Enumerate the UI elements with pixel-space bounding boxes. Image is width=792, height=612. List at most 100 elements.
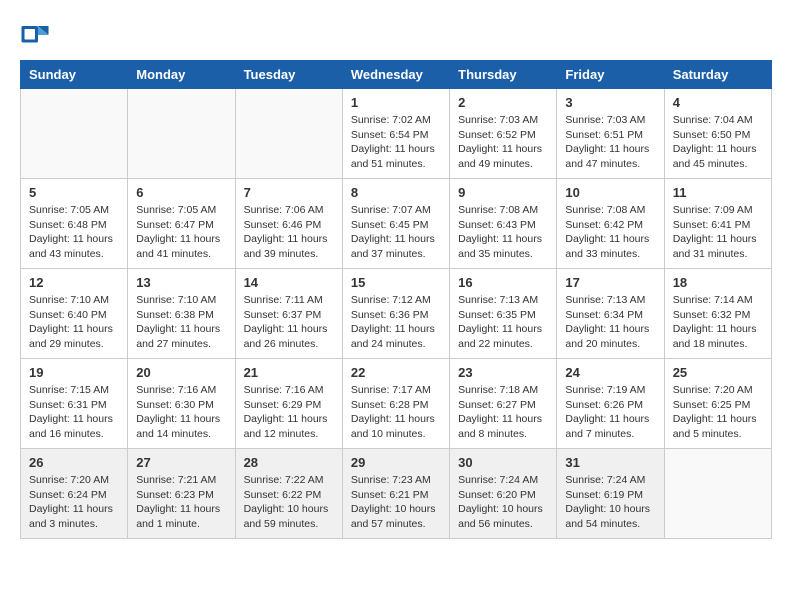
day-info: Sunrise: 7:15 AMSunset: 6:31 PMDaylight:…: [29, 383, 119, 442]
day-info: Sunrise: 7:21 AMSunset: 6:23 PMDaylight:…: [136, 473, 226, 532]
calendar-cell: 28 Sunrise: 7:22 AMSunset: 6:22 PMDayligh…: [235, 449, 342, 539]
day-info: Sunrise: 7:02 AMSunset: 6:54 PMDaylight:…: [351, 113, 441, 172]
day-number: 27: [136, 455, 226, 470]
day-number: 25: [673, 365, 763, 380]
day-info: Sunrise: 7:16 AMSunset: 6:29 PMDaylight:…: [244, 383, 334, 442]
day-number: 29: [351, 455, 441, 470]
day-number: 5: [29, 185, 119, 200]
day-info: Sunrise: 7:09 AMSunset: 6:41 PMDaylight:…: [673, 203, 763, 262]
calendar-cell: 2Sunrise: 7:03 AMSunset: 6:52 PMDaylight…: [450, 89, 557, 179]
day-info: Sunrise: 7:17 AMSunset: 6:28 PMDaylight:…: [351, 383, 441, 442]
day-number: 8: [351, 185, 441, 200]
day-number: 22: [351, 365, 441, 380]
day-number: 1: [351, 95, 441, 110]
day-info: Sunrise: 7:13 AMSunset: 6:35 PMDaylight:…: [458, 293, 548, 352]
day-number: 3: [565, 95, 655, 110]
calendar-cell: 19Sunrise: 7:15 AMSunset: 6:31 PMDayligh…: [21, 359, 128, 449]
calendar-week-3: 12Sunrise: 7:10 AMSunset: 6:40 PMDayligh…: [21, 269, 772, 359]
calendar-cell: 23 Sunrise: 7:18 AMSunset: 6:27 PMDayligh…: [450, 359, 557, 449]
calendar-cell: 3 Sunrise: 7:03 AMSunset: 6:51 PMDaylight…: [557, 89, 664, 179]
calendar-cell: 22 Sunrise: 7:17 AMSunset: 6:28 PMDayligh…: [342, 359, 449, 449]
logo-icon: [20, 20, 50, 50]
calendar-cell: 12Sunrise: 7:10 AMSunset: 6:40 PMDayligh…: [21, 269, 128, 359]
day-info: Sunrise: 7:24 AMSunset: 6:20 PMDaylight:…: [458, 473, 548, 532]
day-number: 6: [136, 185, 226, 200]
day-info: Sunrise: 7:20 AMSunset: 6:24 PMDaylight:…: [29, 473, 119, 532]
day-number: 23: [458, 365, 548, 380]
calendar-cell: [21, 89, 128, 179]
day-number: 4: [673, 95, 763, 110]
calendar-cell: 9 Sunrise: 7:08 AMSunset: 6:43 PMDaylight…: [450, 179, 557, 269]
calendar-cell: [664, 449, 771, 539]
calendar-cell: 6 Sunrise: 7:05 AMSunset: 6:47 PMDaylight…: [128, 179, 235, 269]
calendar-cell: 27 Sunrise: 7:21 AMSunset: 6:23 PMDayligh…: [128, 449, 235, 539]
calendar-cell: 15 Sunrise: 7:12 AMSunset: 6:36 PMDayligh…: [342, 269, 449, 359]
day-info: Sunrise: 7:16 AMSunset: 6:30 PMDaylight:…: [136, 383, 226, 442]
calendar-cell: 16 Sunrise: 7:13 AMSunset: 6:35 PMDayligh…: [450, 269, 557, 359]
day-number: 24: [565, 365, 655, 380]
calendar-cell: 5 Sunrise: 7:05 AMSunset: 6:48 PMDaylight…: [21, 179, 128, 269]
calendar-cell: [235, 89, 342, 179]
calendar-week-4: 19Sunrise: 7:15 AMSunset: 6:31 PMDayligh…: [21, 359, 772, 449]
calendar-cell: 8Sunrise: 7:07 AMSunset: 6:45 PMDaylight…: [342, 179, 449, 269]
day-number: 31: [565, 455, 655, 470]
day-number: 18: [673, 275, 763, 290]
calendar-cell: [128, 89, 235, 179]
calendar-cell: 26 Sunrise: 7:20 AMSunset: 6:24 PMDayligh…: [21, 449, 128, 539]
day-number: 12: [29, 275, 119, 290]
day-header-tuesday: Tuesday: [235, 61, 342, 89]
calendar-cell: 25 Sunrise: 7:20 AMSunset: 6:25 PMDayligh…: [664, 359, 771, 449]
calendar-table: SundayMondayTuesdayWednesdayThursdayFrid…: [20, 60, 772, 539]
day-info: Sunrise: 7:18 AMSunset: 6:27 PMDaylight:…: [458, 383, 548, 442]
calendar-cell: 13Sunrise: 7:10 AMSunset: 6:38 PMDayligh…: [128, 269, 235, 359]
day-header-sunday: Sunday: [21, 61, 128, 89]
calendar-cell: 11 Sunrise: 7:09 AMSunset: 6:41 PMDayligh…: [664, 179, 771, 269]
day-info: Sunrise: 7:08 AMSunset: 6:42 PMDaylight:…: [565, 203, 655, 262]
day-header-monday: Monday: [128, 61, 235, 89]
day-number: 2: [458, 95, 548, 110]
day-info: Sunrise: 7:20 AMSunset: 6:25 PMDaylight:…: [673, 383, 763, 442]
day-info: Sunrise: 7:05 AMSunset: 6:48 PMDaylight:…: [29, 203, 119, 262]
day-header-thursday: Thursday: [450, 61, 557, 89]
header-row: SundayMondayTuesdayWednesdayThursdayFrid…: [21, 61, 772, 89]
calendar-week-5: 26 Sunrise: 7:20 AMSunset: 6:24 PMDayligh…: [21, 449, 772, 539]
calendar-cell: 4 Sunrise: 7:04 AMSunset: 6:50 PMDaylight…: [664, 89, 771, 179]
day-number: 16: [458, 275, 548, 290]
calendar-cell: 14Sunrise: 7:11 AMSunset: 6:37 PMDayligh…: [235, 269, 342, 359]
day-number: 15: [351, 275, 441, 290]
calendar-cell: 1 Sunrise: 7:02 AMSunset: 6:54 PMDaylight…: [342, 89, 449, 179]
calendar-cell: 10 Sunrise: 7:08 AMSunset: 6:42 PMDayligh…: [557, 179, 664, 269]
day-number: 26: [29, 455, 119, 470]
day-number: 30: [458, 455, 548, 470]
day-info: Sunrise: 7:23 AMSunset: 6:21 PMDaylight:…: [351, 473, 441, 532]
calendar-cell: 18 Sunrise: 7:14 AMSunset: 6:32 PMDayligh…: [664, 269, 771, 359]
day-info: Sunrise: 7:08 AMSunset: 6:43 PMDaylight:…: [458, 203, 548, 262]
calendar-cell: 24Sunrise: 7:19 AMSunset: 6:26 PMDayligh…: [557, 359, 664, 449]
day-info: Sunrise: 7:11 AMSunset: 6:37 PMDaylight:…: [244, 293, 334, 352]
day-number: 17: [565, 275, 655, 290]
day-info: Sunrise: 7:14 AMSunset: 6:32 PMDaylight:…: [673, 293, 763, 352]
day-info: Sunrise: 7:22 AMSunset: 6:22 PMDaylight:…: [244, 473, 334, 532]
day-info: Sunrise: 7:03 AMSunset: 6:51 PMDaylight:…: [565, 113, 655, 172]
day-info: Sunrise: 7:06 AMSunset: 6:46 PMDaylight:…: [244, 203, 334, 262]
day-info: Sunrise: 7:13 AMSunset: 6:34 PMDaylight:…: [565, 293, 655, 352]
calendar-cell: 31 Sunrise: 7:24 AMSunset: 6:19 PMDayligh…: [557, 449, 664, 539]
day-number: 21: [244, 365, 334, 380]
day-number: 13: [136, 275, 226, 290]
day-number: 9: [458, 185, 548, 200]
calendar-cell: 20 Sunrise: 7:16 AMSunset: 6:30 PMDayligh…: [128, 359, 235, 449]
calendar-body: 1 Sunrise: 7:02 AMSunset: 6:54 PMDaylight…: [21, 89, 772, 539]
day-number: 28: [244, 455, 334, 470]
day-info: Sunrise: 7:12 AMSunset: 6:36 PMDaylight:…: [351, 293, 441, 352]
day-number: 7: [244, 185, 334, 200]
day-number: 10: [565, 185, 655, 200]
day-info: Sunrise: 7:05 AMSunset: 6:47 PMDaylight:…: [136, 203, 226, 262]
day-header-saturday: Saturday: [664, 61, 771, 89]
calendar-week-1: 1 Sunrise: 7:02 AMSunset: 6:54 PMDaylight…: [21, 89, 772, 179]
page-header: [20, 20, 772, 50]
day-number: 11: [673, 185, 763, 200]
calendar-cell: 17 Sunrise: 7:13 AMSunset: 6:34 PMDayligh…: [557, 269, 664, 359]
day-number: 20: [136, 365, 226, 380]
day-info: Sunrise: 7:24 AMSunset: 6:19 PMDaylight:…: [565, 473, 655, 532]
day-info: Sunrise: 7:04 AMSunset: 6:50 PMDaylight:…: [673, 113, 763, 172]
